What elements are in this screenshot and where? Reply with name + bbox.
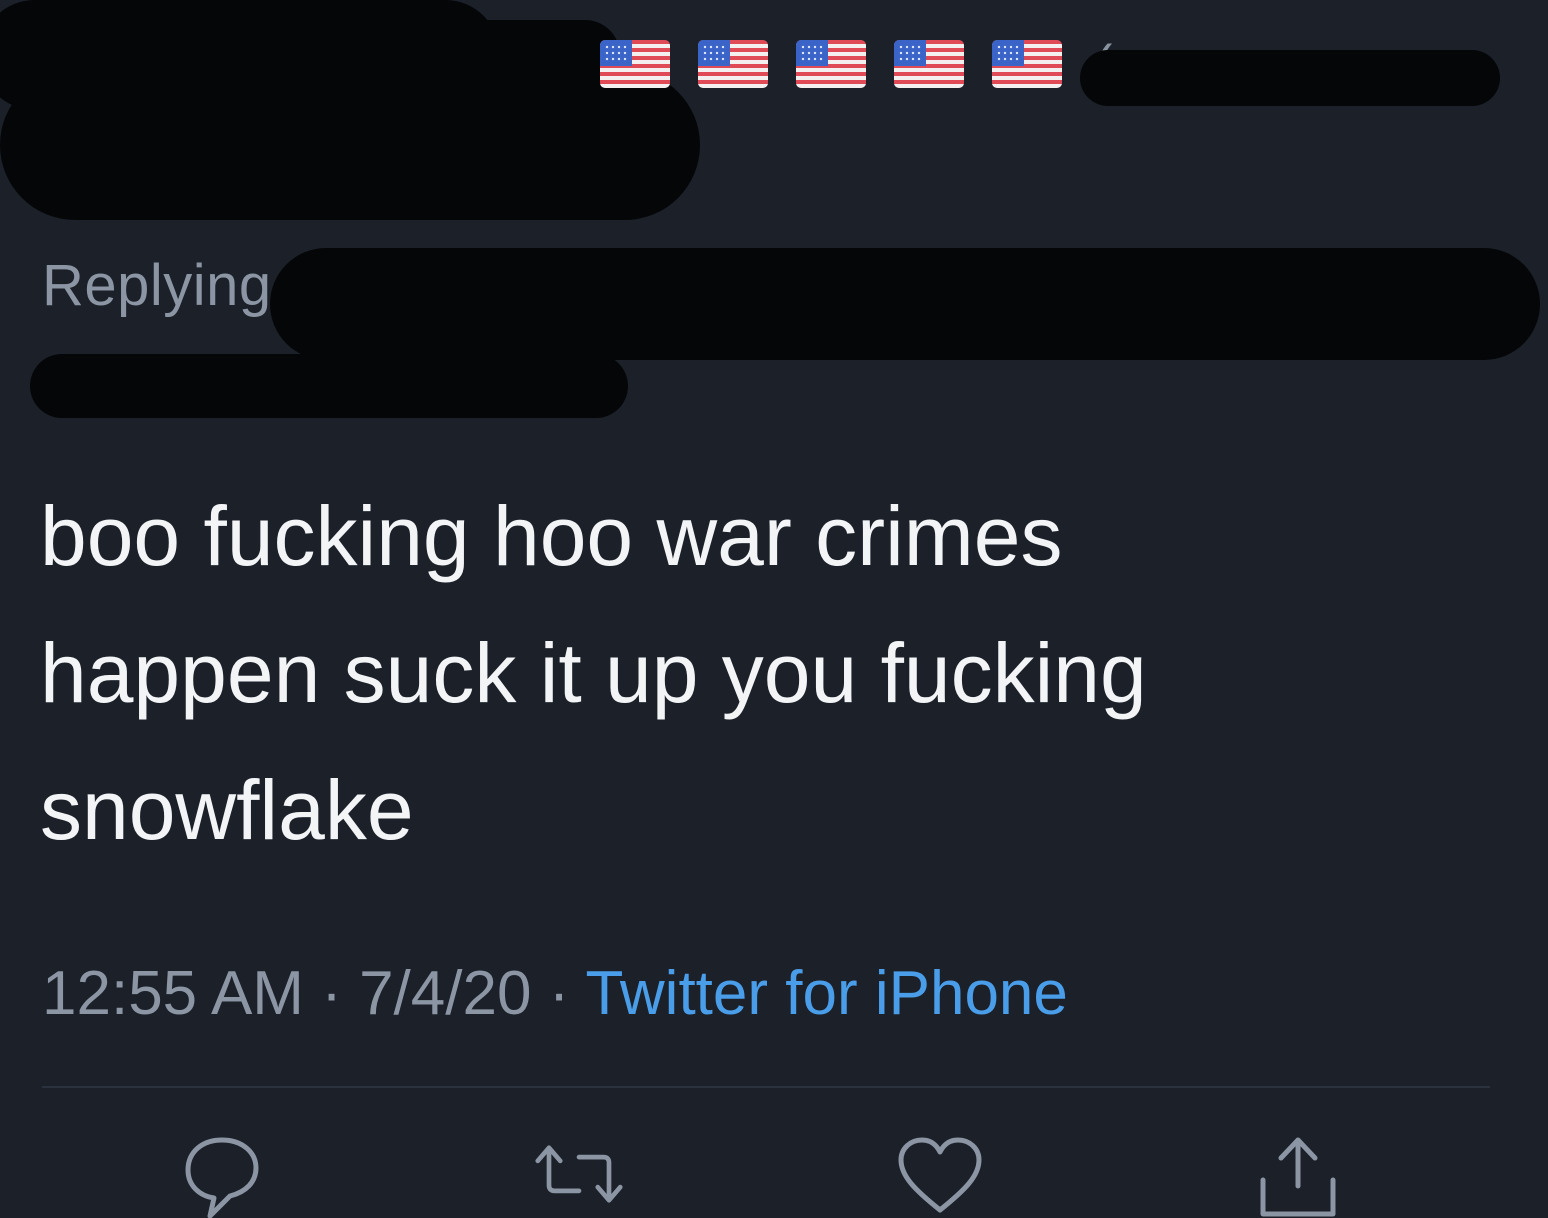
- us-flag-icon: [698, 40, 768, 88]
- tweet-action-bar: [0, 1130, 1548, 1218]
- retweet-icon: [535, 1145, 623, 1203]
- share-icon: [1260, 1137, 1336, 1217]
- flag-emoji-row: [600, 40, 1062, 88]
- reply-icon: [185, 1137, 259, 1218]
- retweet-button[interactable]: [534, 1130, 624, 1218]
- tweet-source-link[interactable]: Twitter for iPhone: [585, 959, 1067, 1028]
- us-flag-icon: [992, 40, 1062, 88]
- redacted-replying-handles[interactable]: [270, 248, 1540, 360]
- us-flag-icon: [796, 40, 866, 88]
- share-button[interactable]: [1253, 1130, 1343, 1218]
- tweet-meta: 12:55 AM · 7/4/20 · Twitter for iPhone: [42, 958, 1068, 1029]
- us-flag-icon: [600, 40, 670, 88]
- redacted-name-area: [0, 70, 700, 220]
- tweet-author-header: (: [0, 0, 1548, 230]
- redacted-name-suffix: [1080, 50, 1500, 106]
- tweet-detail-screen: ( Replying boo fucking hoo war crimes ha…: [0, 0, 1548, 1218]
- replying-to-label: Replying: [42, 252, 272, 319]
- tweet-date: 7/4/20: [359, 959, 532, 1028]
- tweet-time: 12:55 AM: [42, 959, 304, 1028]
- replying-prefix: Replying: [42, 253, 272, 318]
- like-button[interactable]: [895, 1130, 985, 1218]
- tweet-text: boo fucking hoo war crimes happen suck i…: [40, 489, 1147, 857]
- heart-icon: [898, 1137, 982, 1213]
- meta-separator: ·: [531, 959, 586, 1028]
- divider: [42, 1086, 1490, 1088]
- redacted-replying-handles-line2[interactable]: [30, 354, 628, 418]
- us-flag-icon: [894, 40, 964, 88]
- reply-button[interactable]: [177, 1130, 267, 1218]
- redacted-display-name: [380, 20, 620, 90]
- meta-separator: ·: [303, 959, 360, 1028]
